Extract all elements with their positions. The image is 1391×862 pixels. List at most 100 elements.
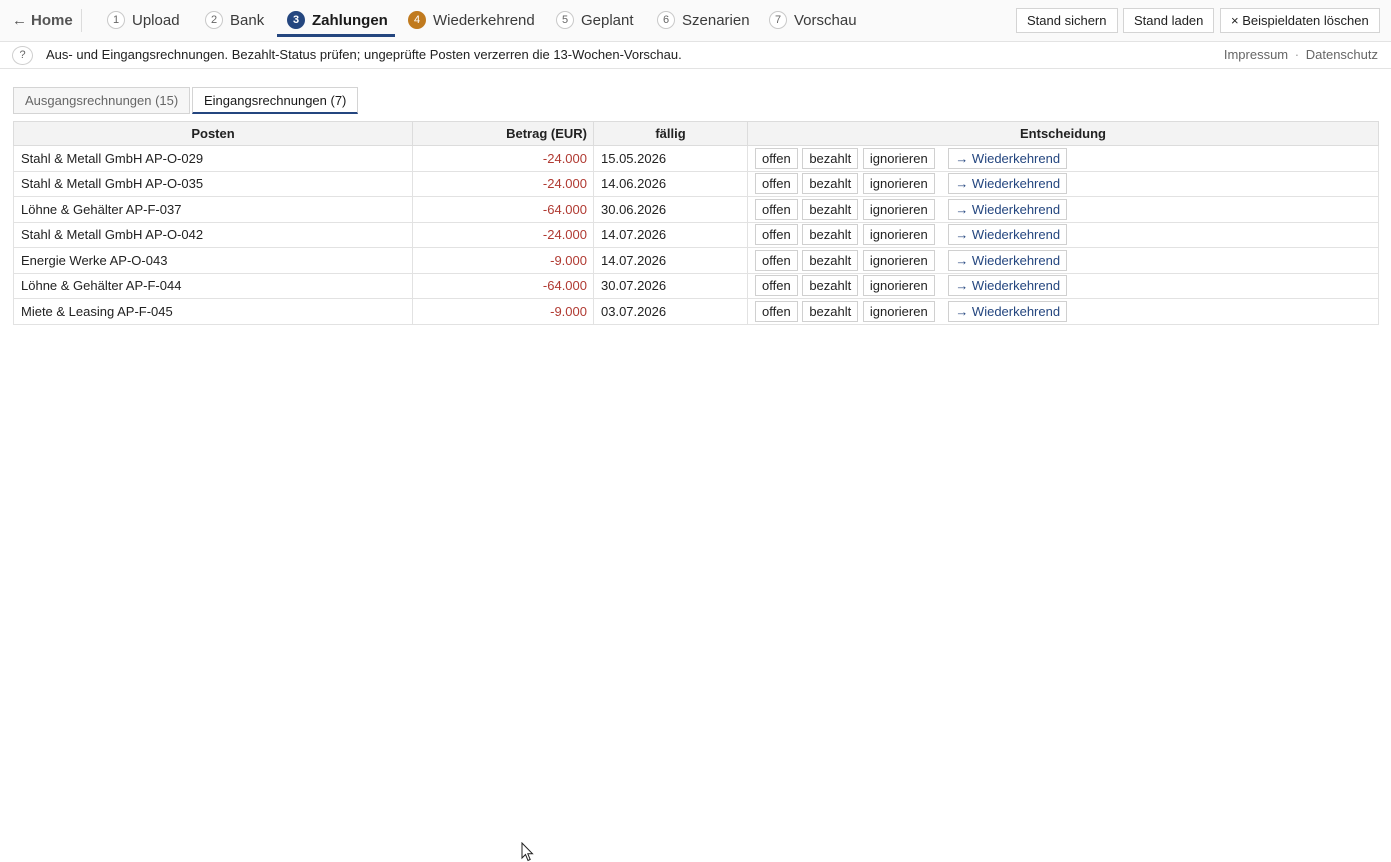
- step-number-5: 5: [556, 11, 574, 29]
- step-label: Vorschau: [794, 11, 857, 29]
- back-arrow-icon: ←: [12, 12, 27, 29]
- step-geplant[interactable]: 5 Geplant: [556, 0, 634, 40]
- table-header-row: Posten Betrag (EUR) fällig Entscheidung: [13, 121, 1379, 146]
- legal-links: Impressum · Datenschutz: [1224, 47, 1378, 62]
- cell-entscheidung: offen bezahlt ignorieren → Wiederkehrend: [747, 247, 1379, 274]
- paid-button[interactable]: bezahlt: [802, 147, 859, 169]
- nav-divider: [81, 9, 82, 32]
- paid-button[interactable]: bezahlt: [802, 275, 859, 297]
- cell-betrag: -24.000: [412, 221, 594, 248]
- step-number-1: 1: [107, 11, 125, 29]
- move-to-recurring-button[interactable]: → Wiederkehrend: [948, 147, 1068, 169]
- impressum-link[interactable]: Impressum: [1224, 47, 1288, 62]
- step-label: Szenarien: [682, 11, 750, 29]
- ignore-button[interactable]: ignorieren: [862, 198, 935, 220]
- step-number-4: 4: [408, 11, 426, 29]
- step-bank[interactable]: 2 Bank: [205, 0, 264, 40]
- cell-faellig: 30.07.2026: [593, 272, 748, 299]
- cell-faellig: 14.07.2026: [593, 221, 748, 248]
- table-row: Stahl & Metall GmbH AP-O-042 -24.000 14.…: [13, 221, 1379, 248]
- cell-betrag: -24.000: [412, 145, 594, 172]
- table-row: Energie Werke AP-O-043 -9.000 14.07.2026…: [13, 247, 1379, 274]
- header-entscheidung: Entscheidung: [747, 121, 1379, 146]
- cell-entscheidung: offen bezahlt ignorieren → Wiederkehrend: [747, 196, 1379, 223]
- open-button[interactable]: offen: [755, 147, 798, 169]
- step-label: Geplant: [581, 11, 634, 29]
- cell-betrag: -64.000: [412, 196, 594, 223]
- datenschutz-link[interactable]: Datenschutz: [1306, 47, 1378, 62]
- step-number-7: 7: [769, 11, 787, 29]
- load-state-button[interactable]: Stand laden: [1123, 8, 1215, 33]
- cell-posten: Löhne & Gehälter AP-F-037: [13, 196, 413, 223]
- move-to-recurring-button[interactable]: → Wiederkehrend: [948, 300, 1068, 322]
- legal-separator: ·: [1294, 47, 1300, 62]
- move-to-recurring-button[interactable]: → Wiederkehrend: [948, 249, 1068, 271]
- clear-sample-data-button[interactable]: × Beispieldaten löschen: [1220, 8, 1380, 33]
- step-szenarien[interactable]: 6 Szenarien: [657, 0, 750, 40]
- cell-posten: Stahl & Metall GmbH AP-O-029: [13, 145, 413, 172]
- cell-entscheidung: offen bezahlt ignorieren → Wiederkehrend: [747, 272, 1379, 299]
- cell-posten: Miete & Leasing AP-F-045: [13, 298, 413, 325]
- paid-button[interactable]: bezahlt: [802, 224, 859, 246]
- cell-betrag: -9.000: [412, 298, 594, 325]
- step-wiederkehrend[interactable]: 4 Wiederkehrend: [408, 0, 535, 40]
- close-icon: ×: [1231, 13, 1239, 28]
- move-to-recurring-button[interactable]: → Wiederkehrend: [948, 224, 1068, 246]
- save-state-button[interactable]: Stand sichern: [1016, 8, 1118, 33]
- paid-button[interactable]: bezahlt: [802, 249, 859, 271]
- table-row: Stahl & Metall GmbH AP-O-029 -24.000 15.…: [13, 145, 1379, 172]
- open-button[interactable]: offen: [755, 249, 798, 271]
- table-row: Miete & Leasing AP-F-045 -9.000 03.07.20…: [13, 298, 1379, 325]
- info-text: Aus- und Eingangsrechnungen. Bezahlt-Sta…: [46, 47, 682, 62]
- paid-button[interactable]: bezahlt: [802, 198, 859, 220]
- open-button[interactable]: offen: [755, 173, 798, 195]
- paid-button[interactable]: bezahlt: [802, 300, 859, 322]
- mouse-cursor-icon: [521, 842, 534, 862]
- paid-button[interactable]: bezahlt: [802, 173, 859, 195]
- header-betrag: Betrag (EUR): [412, 121, 594, 146]
- move-to-recurring-button[interactable]: → Wiederkehrend: [948, 275, 1068, 297]
- step-upload[interactable]: 1 Upload: [107, 0, 180, 40]
- home-link[interactable]: ← Home: [12, 11, 73, 31]
- cell-faellig: 15.05.2026: [593, 145, 748, 172]
- tab-eingangsrechnungen[interactable]: Eingangsrechnungen (7): [192, 87, 359, 114]
- ignore-button[interactable]: ignorieren: [862, 300, 935, 322]
- open-button[interactable]: offen: [755, 224, 798, 246]
- cell-posten: Stahl & Metall GmbH AP-O-042: [13, 221, 413, 248]
- cell-betrag: -64.000: [412, 272, 594, 299]
- cell-faellig: 30.06.2026: [593, 196, 748, 223]
- table-row: Löhne & Gehälter AP-F-044 -64.000 30.07.…: [13, 272, 1379, 299]
- step-label: Wiederkehrend: [433, 11, 535, 29]
- cell-entscheidung: offen bezahlt ignorieren → Wiederkehrend: [747, 170, 1379, 197]
- cell-faellig: 14.06.2026: [593, 170, 748, 197]
- move-to-recurring-button[interactable]: → Wiederkehrend: [948, 198, 1068, 220]
- tab-ausgangsrechnungen[interactable]: Ausgangsrechnungen (15): [13, 87, 191, 114]
- header-posten: Posten: [13, 121, 413, 146]
- table-row: Stahl & Metall GmbH AP-O-035 -24.000 14.…: [13, 170, 1379, 197]
- ignore-button[interactable]: ignorieren: [862, 224, 935, 246]
- step-vorschau[interactable]: 7 Vorschau: [769, 0, 857, 40]
- cell-entscheidung: offen bezahlt ignorieren → Wiederkehrend: [747, 221, 1379, 248]
- open-button[interactable]: offen: [755, 300, 798, 322]
- top-navigation-bar: ← Home 1 Upload 2 Bank 3 Zahlungen 4 Wie…: [0, 0, 1391, 42]
- help-icon[interactable]: ?: [12, 46, 33, 65]
- home-label: Home: [31, 12, 73, 29]
- open-button[interactable]: offen: [755, 198, 798, 220]
- ignore-button[interactable]: ignorieren: [862, 249, 935, 271]
- move-to-recurring-button[interactable]: → Wiederkehrend: [948, 173, 1068, 195]
- ignore-button[interactable]: ignorieren: [862, 147, 935, 169]
- ignore-button[interactable]: ignorieren: [862, 173, 935, 195]
- clear-sample-data-label: Beispieldaten löschen: [1242, 13, 1369, 28]
- header-faellig: fällig: [593, 121, 748, 146]
- ignore-button[interactable]: ignorieren: [862, 275, 935, 297]
- active-step-indicator: [277, 34, 395, 37]
- cell-entscheidung: offen bezahlt ignorieren → Wiederkehrend: [747, 145, 1379, 172]
- step-number-6: 6: [657, 11, 675, 29]
- cell-posten: Stahl & Metall GmbH AP-O-035: [13, 170, 413, 197]
- step-number-3: 3: [287, 11, 305, 29]
- step-label: Zahlungen: [312, 11, 388, 29]
- table-row: Löhne & Gehälter AP-F-037 -64.000 30.06.…: [13, 196, 1379, 223]
- cell-faellig: 14.07.2026: [593, 247, 748, 274]
- open-button[interactable]: offen: [755, 275, 798, 297]
- cell-betrag: -24.000: [412, 170, 594, 197]
